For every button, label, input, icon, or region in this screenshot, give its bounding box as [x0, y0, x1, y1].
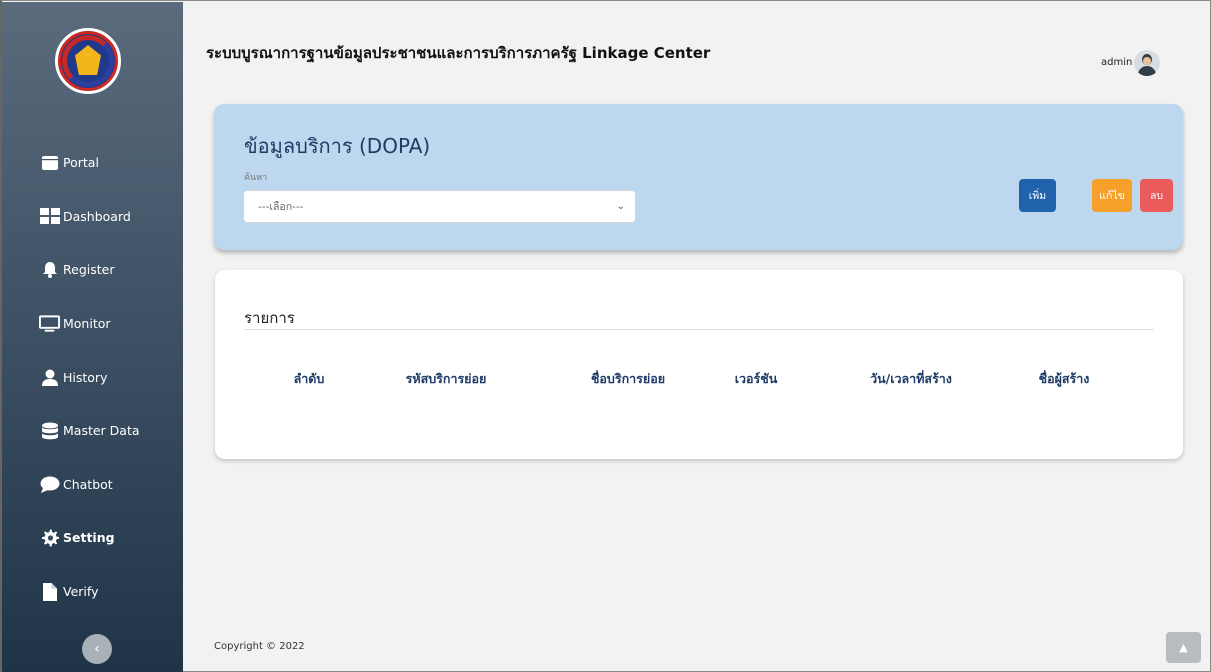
chevron-left-icon: ‹ [94, 641, 100, 657]
service-card-title: ข้อมูลบริการ (DOPA) [244, 134, 431, 158]
column-header-version[interactable]: เวอร์ชัน [735, 369, 778, 389]
sidebar: Portal Dashboard Register Monitor Histor… [2, 2, 183, 672]
delete-button[interactable]: ลบ [1140, 179, 1173, 212]
column-header-order[interactable]: ลำดับ [294, 369, 325, 389]
column-header-sub-service-code[interactable]: รหัสบริการย่อย [406, 369, 487, 389]
sidebar-item-register[interactable]: Register [2, 243, 183, 297]
sidebar-item-dashboard[interactable]: Dashboard [2, 190, 183, 244]
user-icon [39, 368, 60, 386]
sidebar-item-chatbot[interactable]: Chatbot [2, 458, 183, 512]
username[interactable]: admin [1101, 57, 1132, 68]
department-logo [55, 28, 121, 94]
divider [244, 329, 1154, 330]
file-icon [39, 582, 60, 601]
chevron-down-icon: ⌄ [616, 201, 625, 212]
list-card: รายการ ลำดับ รหัสบริการย่อย ชื่อบริการย่… [215, 270, 1183, 459]
column-header-created-at[interactable]: วัน/เวลาที่สร้าง [870, 369, 952, 389]
sidebar-item-monitor[interactable]: Monitor [2, 297, 183, 351]
grid-icon [39, 207, 60, 225]
service-select[interactable]: ---เลือก--- ⌄ [243, 190, 636, 223]
window-icon [39, 154, 60, 172]
column-header-creator[interactable]: ชื่อผู้สร้าง [1039, 369, 1090, 389]
sidebar-nav: Portal Dashboard Register Monitor Histor… [2, 136, 183, 618]
edit-button[interactable]: แก้ไข [1092, 179, 1132, 212]
sidebar-collapse-button[interactable]: ‹ [82, 634, 112, 664]
bell-icon [39, 261, 60, 279]
column-header-sub-service-name[interactable]: ชื่อบริการย่อย [591, 369, 665, 389]
sidebar-item-portal[interactable]: Portal [2, 136, 183, 190]
service-card: ข้อมูลบริการ (DOPA) ค้นหา ---เลือก--- ⌄ … [214, 104, 1183, 250]
sidebar-item-setting[interactable]: Setting [2, 511, 183, 565]
monitor-icon [39, 314, 60, 333]
list-title: รายการ [244, 309, 295, 327]
add-button[interactable]: เพิ่ม [1019, 179, 1056, 212]
sidebar-item-history[interactable]: History [2, 350, 183, 404]
page-title: ระบบบูรณาการฐานข้อมูลประชาชนและการบริการ… [206, 44, 711, 62]
service-select-value: ---เลือก--- [258, 201, 304, 213]
database-icon [39, 422, 60, 440]
sidebar-item-verify[interactable]: Verify [2, 565, 183, 619]
avatar[interactable] [1134, 50, 1160, 76]
search-label: ค้นหา [244, 173, 268, 183]
scroll-to-top-button[interactable]: ▲ [1166, 632, 1201, 663]
chevron-up-icon: ▲ [1179, 641, 1188, 654]
chat-bubble-icon [39, 475, 60, 493]
gear-icon [39, 529, 60, 547]
copyright: Copyright © 2022 [214, 641, 305, 652]
sidebar-item-master-data[interactable]: Master Data [2, 404, 183, 458]
